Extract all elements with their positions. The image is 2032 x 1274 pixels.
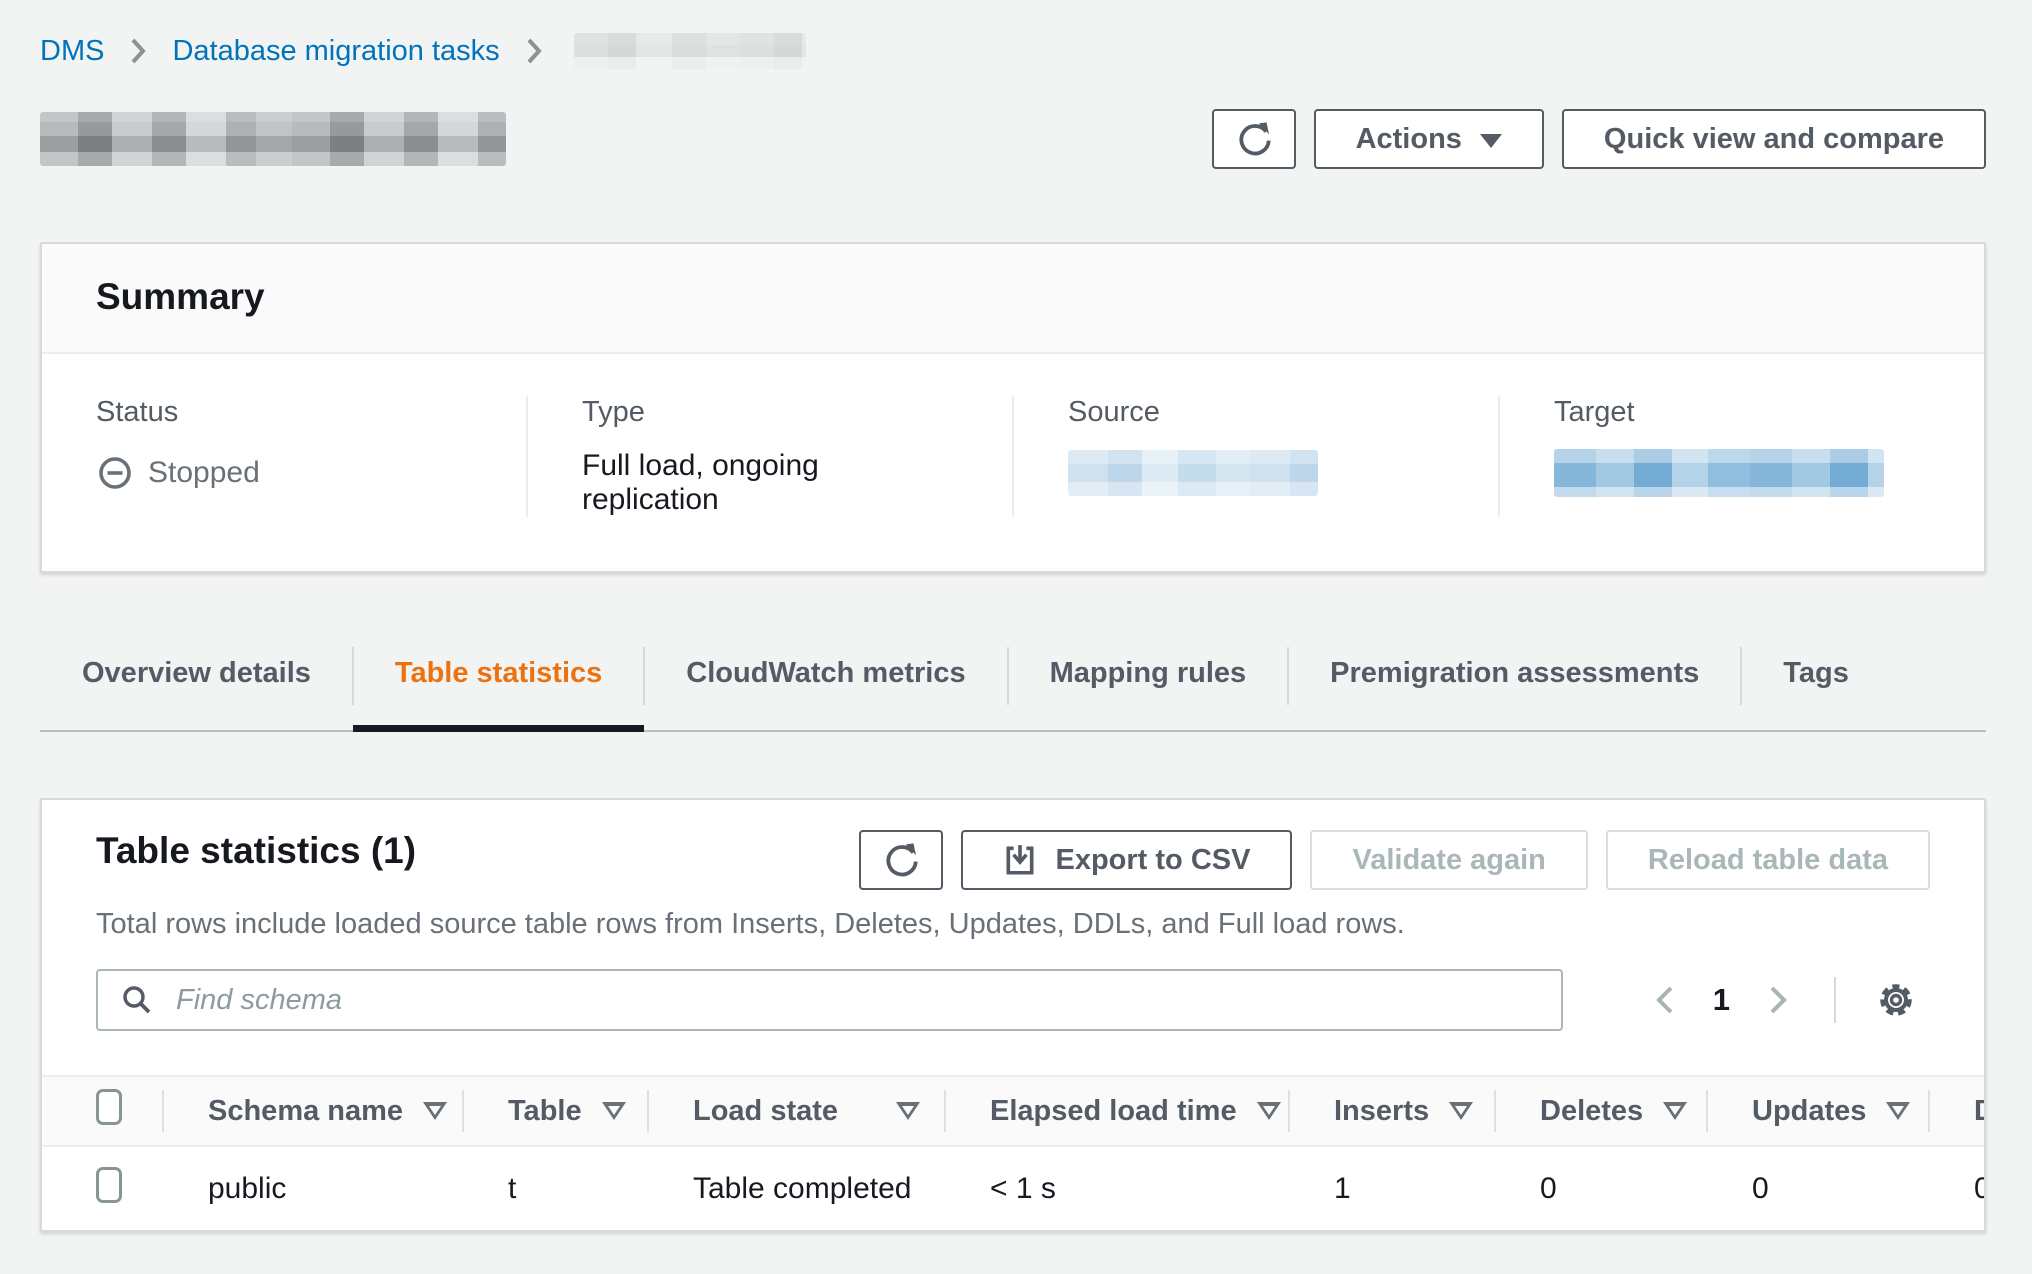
table-header-row: Schema name Table Load state Elapsed loa… [42, 1076, 1986, 1146]
column-header-ddls[interactable]: DDLs [1930, 1076, 1986, 1146]
table-statistics-description: Total rows include loaded source table r… [42, 890, 1984, 941]
quick-view-button-label: Quick view and compare [1604, 123, 1944, 156]
breadcrumb: DMS Database migration tasks [40, 30, 1986, 72]
tab-tags[interactable]: Tags [1741, 645, 1891, 730]
summary-card: Summary Status Stopped Type Full load, o… [40, 242, 1986, 573]
refresh-icon [1235, 120, 1273, 158]
reload-table-data-button[interactable]: Reload table data [1606, 830, 1930, 890]
table-row: public t Table completed < 1 s 1 0 0 0 [42, 1146, 1986, 1230]
cell-schema-name: public [164, 1146, 464, 1230]
table-controls: 1 [42, 941, 1984, 1031]
target-label: Target [1554, 396, 1930, 429]
column-header-table[interactable]: Table [464, 1076, 649, 1146]
table-preferences-button[interactable] [1862, 978, 1930, 1022]
sort-icon [1663, 1102, 1687, 1121]
summary-field-type: Type Full load, ongoing replication [526, 396, 1012, 517]
sort-icon [896, 1102, 920, 1121]
next-page-button[interactable] [1752, 982, 1804, 1018]
sort-icon [602, 1102, 626, 1121]
sort-icon [1257, 1102, 1281, 1121]
actions-button-label: Actions [1356, 123, 1462, 156]
validate-again-button[interactable]: Validate again [1310, 830, 1587, 890]
column-header-load-state[interactable]: Load state [649, 1076, 946, 1146]
select-all-checkbox[interactable] [96, 1089, 122, 1125]
sort-icon [1449, 1102, 1473, 1121]
tab-overview-details[interactable]: Overview details [40, 645, 353, 730]
cell-table: t [464, 1146, 649, 1230]
source-label: Source [1068, 396, 1444, 429]
quick-view-and-compare-button[interactable]: Quick view and compare [1562, 109, 1986, 169]
previous-page-button[interactable] [1639, 982, 1691, 1018]
table-refresh-button[interactable] [859, 830, 943, 890]
cell-elapsed-load-time: < 1 s [946, 1146, 1290, 1230]
table-statistics-card: Table statistics (1) Export to CSV [40, 798, 1986, 1232]
refresh-icon [882, 841, 920, 879]
search-icon [120, 983, 154, 1017]
page-header-actions: Actions Quick view and compare [1212, 109, 1986, 169]
chevron-left-icon [1651, 982, 1679, 1018]
refresh-button[interactable] [1212, 109, 1296, 169]
table-statistics-header: Table statistics (1) Export to CSV [42, 800, 1984, 890]
cell-deletes: 0 [1496, 1146, 1708, 1230]
breadcrumb-chevron-icon [128, 36, 148, 66]
column-header-deletes[interactable]: Deletes [1496, 1076, 1708, 1146]
export-to-csv-label: Export to CSV [1055, 844, 1250, 877]
cell-updates: 0 [1708, 1146, 1930, 1230]
current-page-number: 1 [1691, 982, 1752, 1018]
caret-down-icon [1480, 134, 1502, 148]
table-statistics-title: Table statistics (1) [96, 830, 416, 872]
row-select-cell [42, 1146, 164, 1230]
summary-field-status: Status Stopped [42, 396, 526, 517]
cell-ddls: 0 [1930, 1146, 1986, 1230]
summary-fields: Status Stopped Type Full load, ongoing r… [42, 354, 1984, 571]
summary-field-source: Source [1012, 396, 1498, 517]
breadcrumb-link-tasks[interactable]: Database migration tasks [172, 35, 499, 68]
target-value-redacted-link[interactable] [1554, 449, 1884, 497]
gear-icon [1874, 978, 1918, 1022]
select-all-header [42, 1076, 164, 1146]
sort-icon [1886, 1102, 1910, 1121]
find-schema-input[interactable] [174, 983, 1539, 1018]
summary-title: Summary [96, 276, 1930, 318]
page-header: Actions Quick view and compare [40, 106, 1986, 172]
breadcrumb-link-dms[interactable]: DMS [40, 35, 104, 68]
export-download-icon [1003, 843, 1037, 877]
source-value-redacted-link[interactable] [1068, 450, 1318, 496]
pager-divider [1834, 977, 1836, 1023]
status-value: Stopped [148, 456, 260, 490]
sort-icon [423, 1102, 447, 1121]
table-statistics-table-wrap: Schema name Table Load state Elapsed loa… [42, 1075, 1984, 1230]
dms-task-page: DMS Database migration tasks Actions [0, 0, 2032, 1232]
summary-card-header: Summary [42, 244, 1984, 354]
tab-table-statistics[interactable]: Table statistics [353, 645, 644, 730]
status-stopped-icon [96, 454, 134, 492]
cell-load-state: Table completed [649, 1146, 946, 1230]
pagination: 1 [1639, 977, 1930, 1023]
table-statistics-table: Schema name Table Load state Elapsed loa… [42, 1075, 1986, 1230]
page-title-redacted [40, 112, 506, 166]
actions-button[interactable]: Actions [1314, 109, 1544, 169]
type-label: Type [582, 396, 958, 429]
column-header-schema-name[interactable]: Schema name [164, 1076, 464, 1146]
tab-mapping-rules[interactable]: Mapping rules [1008, 645, 1289, 730]
row-checkbox[interactable] [96, 1167, 122, 1203]
breadcrumb-current-redacted [574, 33, 806, 69]
cell-inserts: 1 [1290, 1146, 1496, 1230]
schema-search-box[interactable] [96, 969, 1563, 1031]
column-header-elapsed-load-time[interactable]: Elapsed load time [946, 1076, 1290, 1146]
column-header-updates[interactable]: Updates [1708, 1076, 1930, 1146]
summary-field-target: Target [1498, 396, 1984, 517]
breadcrumb-chevron-icon [524, 36, 544, 66]
export-to-csv-button[interactable]: Export to CSV [961, 830, 1292, 890]
status-label: Status [96, 396, 472, 429]
tab-premigration-assessments[interactable]: Premigration assessments [1288, 645, 1741, 730]
reload-table-data-label: Reload table data [1648, 844, 1888, 877]
table-statistics-buttons: Export to CSV Validate again Reload tabl… [859, 830, 1930, 890]
validate-again-label: Validate again [1352, 844, 1545, 877]
tab-cloudwatch-metrics[interactable]: CloudWatch metrics [644, 645, 1007, 730]
column-header-inserts[interactable]: Inserts [1290, 1076, 1496, 1146]
task-detail-tabs: Overview details Table statistics CloudW… [40, 645, 1986, 732]
chevron-right-icon [1764, 982, 1792, 1018]
type-value: Full load, ongoing replication [582, 449, 958, 517]
